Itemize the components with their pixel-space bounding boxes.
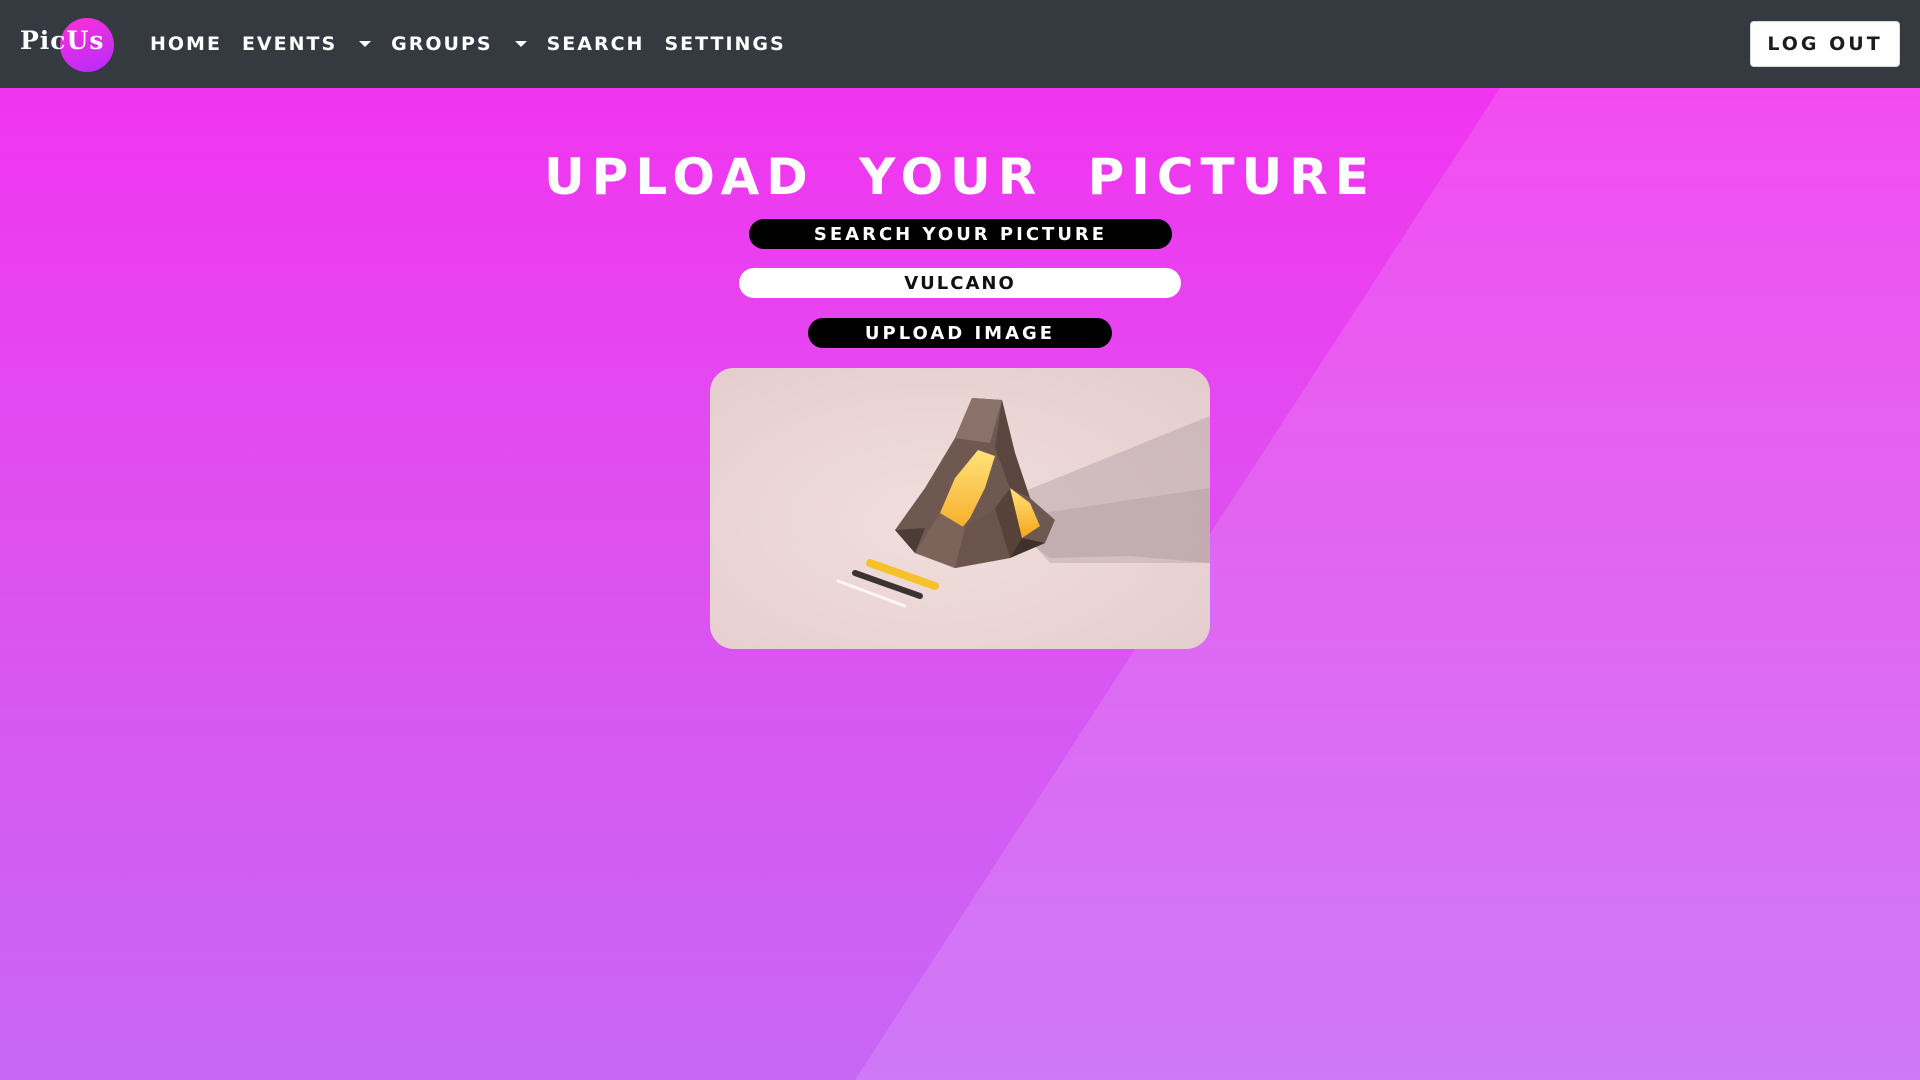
nav-item-groups-label: GROUPS xyxy=(391,33,493,55)
logout-button[interactable]: LOG OUT xyxy=(1750,21,1900,67)
nav-item-home-label: HOME xyxy=(150,33,222,55)
brand-logo[interactable]: PicUs xyxy=(20,16,124,72)
page-title: UPLOAD YOUR PICTURE xyxy=(544,148,1376,206)
volcano-image xyxy=(710,368,1210,649)
nav-item-settings-label: SETTINGS xyxy=(664,33,786,55)
nav-menu: HOME EVENTS GROUPS SEARCH SETTINGS xyxy=(150,0,806,88)
upload-image-button[interactable]: UPLOAD IMAGE xyxy=(808,318,1112,348)
image-preview xyxy=(710,368,1210,649)
nav-item-events-label: EVENTS xyxy=(241,33,338,55)
caret-down-icon xyxy=(514,41,527,47)
navbar: PicUs HOME EVENTS GROUPS SEARCH SETTINGS… xyxy=(0,0,1920,88)
nav-item-home[interactable]: HOME xyxy=(150,33,222,55)
search-input[interactable] xyxy=(739,268,1181,298)
page: PicUs HOME EVENTS GROUPS SEARCH SETTINGS… xyxy=(0,0,1920,1080)
search-picture-label: SEARCH YOUR PICTURE xyxy=(749,219,1172,249)
caret-down-icon xyxy=(359,41,372,47)
nav-item-events[interactable]: EVENTS xyxy=(241,33,372,55)
nav-item-search[interactable]: SEARCH xyxy=(547,33,645,55)
nav-item-search-label: SEARCH xyxy=(546,33,645,55)
brand-name: PicUs xyxy=(20,26,105,55)
nav-item-settings[interactable]: SETTINGS xyxy=(664,33,785,55)
nav-item-groups[interactable]: GROUPS xyxy=(391,33,527,55)
